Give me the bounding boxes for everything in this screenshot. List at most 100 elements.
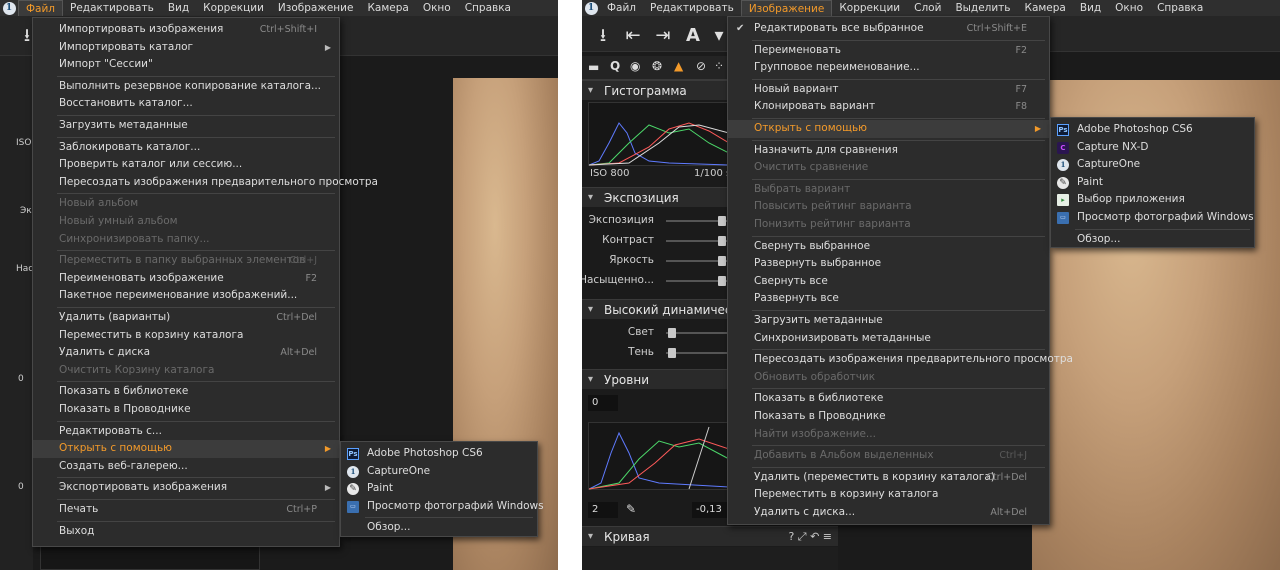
menu-окно[interactable]: Окно — [416, 0, 458, 16]
menu-item-пересоздать-изображения-предварительного-просмотра[interactable]: Пересоздать изображения предварительного… — [728, 351, 1073, 369]
slider-экспозиция[interactable]: Экспозиция — [582, 212, 732, 230]
menu-item-импортировать-изображения[interactable]: Импортировать изображения Ctrl+Shift+I — [33, 21, 339, 39]
menu-item-выход[interactable]: Выход — [33, 523, 339, 541]
menu-изображение[interactable]: Изображение — [740, 0, 833, 16]
menu-коррекции[interactable]: Коррекции — [832, 0, 907, 16]
menu-item-capture-nx-d[interactable]: C Capture NX-D — [1051, 139, 1254, 157]
menu-item-назначить-для-сравнения[interactable]: Назначить для сравнения — [728, 142, 1049, 160]
menu-item-переименовать-изображение[interactable]: Переименовать изображение F2 — [33, 270, 339, 288]
menu-файл[interactable]: Файл — [18, 0, 64, 16]
menu-item-adobe-photoshop-cs6[interactable]: Ps Adobe Photoshop CS6 — [1051, 121, 1254, 139]
menu-окно[interactable]: Окно — [1108, 0, 1150, 16]
menu-вид[interactable]: Вид — [161, 0, 196, 16]
menu-item-просмотр-фотографий-windows[interactable]: ▭ Просмотр фотографий Windows — [341, 498, 544, 516]
details-tab-icon[interactable]: ⊘ — [696, 59, 706, 73]
text-tool-icon[interactable]: A — [680, 23, 706, 49]
slider-яркость[interactable]: Яркость — [582, 252, 732, 270]
menu-item-показать-в-проводнике[interactable]: Показать в Проводнике — [728, 408, 1049, 426]
search-tab-icon[interactable]: Q — [610, 59, 620, 73]
menu-item-переместить-в-корзину-каталога[interactable]: Переместить в корзину каталога — [728, 486, 1049, 504]
menu-item-удалить-с-диска[interactable]: Удалить с диска Alt+Del — [33, 344, 339, 362]
adjust-tab-icon[interactable]: ⁘ — [714, 59, 724, 73]
menu-item-новый-вариант[interactable]: Новый вариант F7 — [728, 81, 1049, 99]
menu-item-paint[interactable]: ✎ Paint — [1051, 174, 1254, 192]
menu-item-обзор[interactable]: Обзор... — [1051, 231, 1254, 249]
menu-item-открыть-с-помощью[interactable]: Открыть с помощью ▶ — [33, 440, 339, 458]
menu-item-показать-в-проводнике[interactable]: Показать в Проводнике — [33, 401, 339, 419]
menu-item-импортировать-каталог[interactable]: Импортировать каталог ▶ — [33, 39, 339, 57]
menu-камера[interactable]: Камера — [360, 0, 415, 16]
menu-item-пакетное-переименование-изображений[interactable]: Пакетное переименование изображений... — [33, 287, 339, 305]
menu-item-пересоздать-изображения-предварительного-просмотра[interactable]: Пересоздать изображения предварительного… — [33, 174, 378, 192]
menu-item-выполнить-резервное-копирование-каталога[interactable]: Выполнить резервное копирование каталога… — [33, 78, 339, 96]
menu-item-загрузить-метаданные[interactable]: Загрузить метаданные — [33, 117, 339, 135]
menu-item-восстановить-каталог[interactable]: Восстановить каталог... — [33, 95, 339, 113]
slider-knob[interactable] — [718, 276, 726, 286]
menu-item-обзор[interactable]: Обзор... — [341, 519, 537, 537]
menu-item-просмотр-фотографий-windows[interactable]: ▭ Просмотр фотографий Windows — [1051, 209, 1254, 227]
curve-header[interactable]: ▾ Кривая ? ⤢ ↶ ≡ — [582, 526, 838, 546]
menu-item-экспортировать-изображения[interactable]: Экспортировать изображения ▶ — [33, 479, 339, 497]
slider-knob[interactable] — [718, 256, 726, 266]
menu-item-синхронизировать-метаданные[interactable]: Синхронизировать метаданные — [728, 330, 1049, 348]
slider-knob[interactable] — [668, 348, 676, 358]
color-tab-icon[interactable]: ❂ — [652, 59, 662, 73]
exposure-tab-icon[interactable]: ▲ — [674, 59, 683, 73]
menu-item-удалить-варианты[interactable]: Удалить (варианты) Ctrl+Del — [33, 309, 339, 327]
menu-выделить[interactable]: Выделить — [948, 0, 1017, 16]
menu-справка[interactable]: Справка — [1150, 0, 1210, 16]
menu-слой[interactable]: Слой — [907, 0, 948, 16]
menu-item-создать-веб-галерею[interactable]: Создать веб-галерею... — [33, 458, 339, 476]
menu-item-развернуть-все[interactable]: Развернуть все — [728, 290, 1049, 308]
menu-item-свернуть-все[interactable]: Свернуть все — [728, 273, 1049, 291]
menu-item-открыть-с-помощью[interactable]: Открыть с помощью ▶ — [728, 120, 1049, 138]
menu-item-удалить-переместить-в-корзину-каталога[interactable]: Удалить (переместить в корзину каталога)… — [728, 469, 1049, 487]
menu-item-captureone[interactable]: 1 CaptureOne — [341, 463, 537, 481]
menu-item-заблокировать-каталог[interactable]: Заблокировать каталог... — [33, 139, 339, 157]
slider-контраст[interactable]: Контраст — [582, 232, 732, 250]
menu-item-удалить-с-диска[interactable]: Удалить с диска... Alt+Del — [728, 504, 1049, 522]
menu-item-загрузить-метаданные[interactable]: Загрузить метаданные — [728, 312, 1049, 330]
levels-input-field[interactable]: 0 — [588, 395, 618, 411]
eyedropper-icon[interactable]: ✎ — [626, 502, 636, 516]
import-export-icon[interactable]: ⇤ — [620, 23, 646, 49]
menu-вид[interactable]: Вид — [1073, 0, 1108, 16]
menu-item-печать[interactable]: Печать Ctrl+P — [33, 501, 339, 519]
histogram-header[interactable]: ▾ Гистограмма — [582, 80, 732, 100]
menu-item-переместить-в-корзину-каталога[interactable]: Переместить в корзину каталога — [33, 327, 339, 345]
menu-редактировать[interactable]: Редактировать — [643, 0, 741, 16]
menu-item-клонировать-вариант[interactable]: Клонировать вариант F8 — [728, 98, 1049, 116]
menu-камера[interactable]: Камера — [1018, 0, 1073, 16]
menu-коррекции[interactable]: Коррекции — [196, 0, 271, 16]
menu-item-captureone[interactable]: 1 CaptureOne — [1051, 156, 1254, 174]
menu-изображение[interactable]: Изображение — [271, 0, 361, 16]
menu-item-показать-в-библиотеке[interactable]: Показать в библиотеке — [33, 383, 339, 401]
menu-item-paint[interactable]: ✎ Paint — [341, 480, 537, 498]
menu-item-импорт-сессии[interactable]: Импорт "Сессии" — [33, 56, 339, 74]
menu-item-проверить-каталог-или-сессию[interactable]: Проверить каталог или сессию... — [33, 156, 339, 174]
menu-редактировать[interactable]: Редактировать — [63, 0, 161, 16]
folder-tab-icon[interactable]: ▬ — [588, 60, 599, 74]
slider-knob[interactable] — [718, 216, 726, 226]
hdr-header[interactable]: ▾Высокий динамически — [582, 299, 732, 319]
menu-item-развернуть-выбранное[interactable]: Развернуть выбранное — [728, 255, 1049, 273]
slider-knob[interactable] — [718, 236, 726, 246]
slider-тень[interactable]: Тень — [582, 344, 732, 362]
slider-свет[interactable]: Свет — [582, 324, 732, 342]
menu-item-adobe-photoshop-cs6[interactable]: Ps Adobe Photoshop CS6 — [341, 445, 537, 463]
menu-item-групповое-переименование[interactable]: Групповое переименование... — [728, 59, 1049, 77]
menu-item-выбор-приложения[interactable]: ▸ Выбор приложения — [1051, 191, 1254, 209]
import-icon[interactable]: ⭳ — [590, 23, 616, 49]
menu-item-переименовать[interactable]: Переименовать F2 — [728, 42, 1049, 60]
levels-header[interactable]: ▾ Уровни — [582, 369, 732, 389]
curve-panel-tools-icon[interactable]: ? ⤢ ↶ ≡ — [788, 527, 832, 547]
menu-item-редактировать-все-выбранное[interactable]: ✔ Редактировать все выбранное Ctrl+Shift+E — [728, 20, 1049, 38]
export-icon[interactable]: ⇥ — [650, 23, 676, 49]
levels-low-field[interactable]: 2 — [588, 502, 618, 518]
menu-item-показать-в-библиотеке[interactable]: Показать в библиотеке — [728, 390, 1049, 408]
slider-knob[interactable] — [668, 328, 676, 338]
menu-файл[interactable]: Файл — [600, 0, 643, 16]
camera-tab-icon[interactable]: ◉ — [630, 59, 640, 73]
menu-item-свернуть-выбранное[interactable]: Свернуть выбранное — [728, 238, 1049, 256]
menu-item-редактировать-с[interactable]: Редактировать с... — [33, 423, 339, 441]
